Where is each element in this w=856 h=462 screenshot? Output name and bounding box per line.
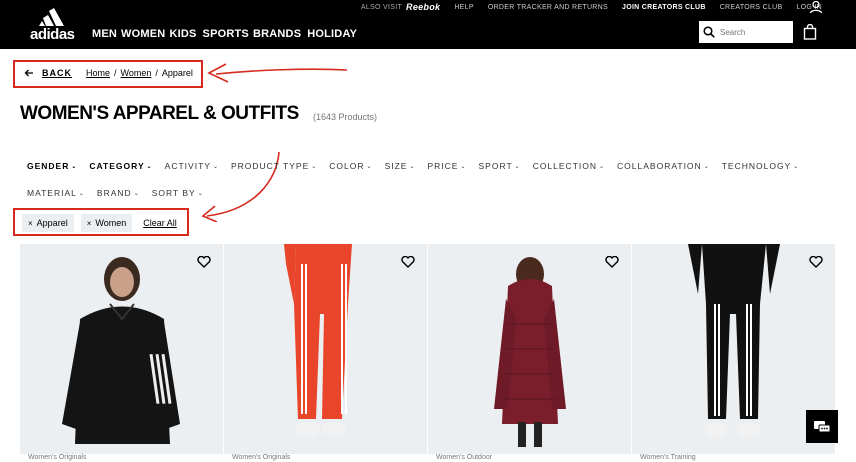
search-icon — [703, 26, 715, 38]
order-tracker-link[interactable]: ORDER TRACKER AND RETURNS — [488, 4, 608, 11]
reebok-link[interactable]: Reebok — [406, 2, 440, 12]
breadcrumb: BACK Home / Women / Apparel — [24, 68, 193, 78]
breadcrumb-separator: / — [114, 68, 117, 78]
filter-activity[interactable]: ACTIVITY ⌄ — [165, 161, 219, 171]
filter-brand[interactable]: BRAND ⌄ — [97, 188, 140, 198]
main-nav: MEN WOMEN KIDS SPORTS BRANDS HOLIDAY — [92, 28, 357, 40]
nav-sports[interactable]: SPORTS — [203, 28, 249, 40]
product-image — [494, 257, 566, 447]
help-link[interactable]: HELP — [454, 4, 474, 11]
product-card[interactable]: Women's Training — [632, 244, 835, 462]
nav-men[interactable]: MEN — [92, 28, 117, 40]
wishlist-heart-icon[interactable] — [605, 256, 619, 268]
remove-icon: × — [86, 218, 92, 228]
breadcrumb-women[interactable]: Women — [121, 68, 152, 78]
wishlist-heart-icon[interactable] — [809, 256, 823, 268]
top-links: ALSO VISIT Reebok HELP ORDER TRACKER AND… — [361, 2, 822, 12]
creators-club-link[interactable]: CREATORS CLUB — [720, 4, 783, 11]
search-input[interactable] — [720, 27, 790, 37]
back-link[interactable]: BACK — [42, 68, 72, 78]
product-card[interactable]: Women's Originals — [20, 244, 223, 462]
filter-bar: GENDER ⌄ CATEGORY ⌄ ACTIVITY ⌄ PRODUCT TYPE… — [27, 161, 811, 171]
breadcrumb-separator: / — [155, 68, 158, 78]
filter-color[interactable]: COLOR ⌄ — [329, 161, 372, 171]
clear-all-link[interactable]: Clear All — [143, 218, 177, 228]
bag-icon[interactable] — [803, 24, 817, 40]
arrow-icon — [207, 63, 348, 83]
nav-holiday[interactable]: HOLIDAY — [307, 28, 357, 40]
filter-price[interactable]: PRICE ⌄ — [428, 161, 467, 171]
three-stripes-icon — [39, 8, 64, 26]
sort-by[interactable]: SORT BY ⌄ — [152, 188, 204, 198]
product-image — [688, 244, 780, 437]
site-header: adidas MEN WOMEN KIDS SPORTS BRANDS HOLI… — [0, 0, 856, 49]
filter-category[interactable]: CATEGORY ⌄ — [89, 161, 152, 171]
filter-product-type[interactable]: PRODUCT TYPE ⌄ — [231, 161, 317, 171]
product-image — [62, 257, 180, 444]
filter-chip-apparel[interactable]: × Apparel — [22, 214, 74, 232]
active-filters: × Apparel × Women Clear All — [22, 214, 177, 232]
also-visit-label: ALSO VISIT — [360, 3, 403, 11]
product-category: Women's Outdoor — [428, 454, 631, 462]
product-card[interactable]: Women's Outdoor — [428, 244, 631, 462]
product-category: Women's Originals — [224, 454, 427, 462]
wishlist-heart-icon[interactable] — [401, 256, 415, 268]
join-creators-club-link[interactable]: JOIN CREATORS CLUB — [622, 4, 706, 11]
filter-bar-row-2: MATERIAL ⌄ BRAND ⌄ SORT BY ⌄ — [27, 188, 216, 198]
breadcrumb-home[interactable]: Home — [86, 68, 110, 78]
logo-text: adidas — [30, 26, 75, 43]
breadcrumb-current: Apparel — [161, 68, 193, 78]
chat-icon — [814, 420, 831, 432]
nav-kids[interactable]: KIDS — [169, 28, 196, 40]
page-title: WOMEN'S APPAREL & OUTFITS — [20, 103, 299, 124]
wishlist-heart-icon[interactable] — [197, 256, 211, 268]
filter-size[interactable]: SIZE ⌄ — [385, 161, 416, 171]
filter-collaboration[interactable]: COLLABORATION ⌄ — [617, 161, 710, 171]
product-grid: Women's Originals Women's Originals Wome… — [20, 244, 836, 462]
remove-icon: × — [28, 218, 33, 228]
nav-women[interactable]: WOMEN — [121, 28, 165, 40]
product-category: Women's Training — [632, 454, 835, 462]
adidas-logo[interactable]: adidas — [30, 6, 80, 43]
filter-sport[interactable]: SPORT ⌄ — [479, 161, 521, 171]
product-category: Women's Originals — [20, 454, 223, 462]
user-icon[interactable] — [809, 0, 823, 14]
product-image — [284, 244, 352, 436]
filter-chip-women[interactable]: × Women — [80, 214, 133, 232]
filter-collection[interactable]: COLLECTION ⌄ — [533, 161, 605, 171]
back-arrow-icon[interactable] — [24, 69, 34, 77]
product-count: (1643 Products) — [313, 112, 378, 122]
product-card[interactable]: Women's Originals — [224, 244, 427, 462]
filter-gender[interactable]: GENDER ⌄ — [27, 161, 77, 171]
nav-brands[interactable]: BRANDS — [253, 28, 301, 40]
search-box[interactable] — [699, 21, 793, 43]
filter-material[interactable]: MATERIAL ⌄ — [27, 188, 85, 198]
filter-technology[interactable]: TECHNOLOGY ⌄ — [722, 161, 800, 171]
chat-button[interactable] — [806, 410, 838, 443]
